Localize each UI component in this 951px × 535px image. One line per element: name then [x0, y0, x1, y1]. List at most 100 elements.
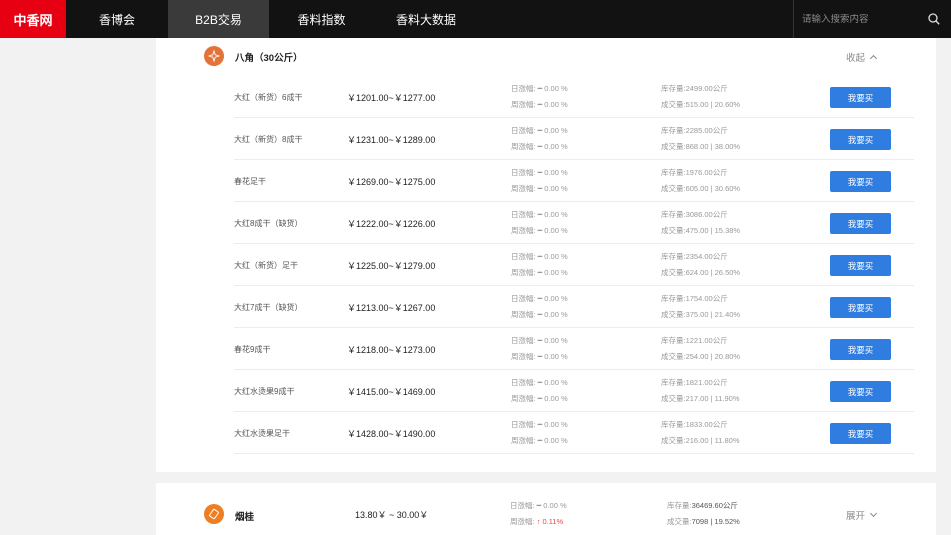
buy-button[interactable]: 我要买 [830, 423, 891, 444]
trade-volume: 成交量:254.00 | 20.80% [661, 352, 741, 361]
daily-change: 日涨幅: ━ 0.00 % [511, 294, 568, 303]
buy-button[interactable]: 我要买 [830, 171, 891, 192]
product-row: 春花足干 ￥1269.00~￥1275.00 日涨幅: ━ 0.00 % 周涨幅… [234, 160, 914, 202]
buy-button[interactable]: 我要买 [830, 255, 891, 276]
weekly-change: 周涨幅: ↑ 0.11% [510, 516, 563, 527]
trade-volume: 成交量:605.00 | 30.60% [661, 184, 741, 193]
trade-volume: 成交量:7098 | 19.52% [667, 516, 740, 527]
cinnamon-icon [204, 504, 224, 524]
search-box [793, 0, 951, 38]
daily-change: 日涨幅: ━ 0.00 % [511, 84, 568, 93]
product-row: 大红（新货）8成干 ￥1231.00~￥1289.00 日涨幅: ━ 0.00 … [234, 118, 914, 160]
expand-toggle[interactable]: 展开 [846, 508, 878, 522]
search-icon[interactable] [928, 13, 940, 25]
daily-change: 日涨幅: ━ 0.00 % [511, 168, 568, 177]
weekly-change: 周涨幅: ━ 0.00 % [511, 226, 568, 235]
site-logo[interactable]: 中香网 [0, 0, 66, 38]
product-price: ￥1222.00~￥1226.00 [347, 219, 436, 229]
product-name: 大红（新货）8成干 [234, 135, 303, 144]
buy-button[interactable]: 我要买 [830, 87, 891, 108]
daily-change: 日涨幅: ━ 0.00 % [511, 378, 568, 387]
product-price: 13.80￥ ~ 30.00￥ [355, 510, 429, 520]
trade-volume: 成交量:475.00 | 15.38% [661, 226, 741, 235]
category-panel-cinnamon: 烟桂 13.80￥ ~ 30.00￥ 日涨幅: ━ 0.00 % 周涨幅: ↑ … [156, 483, 936, 535]
weekly-change: 周涨幅: ━ 0.00 % [511, 394, 568, 403]
product-name: 大红水烫果9成干 [234, 387, 295, 396]
stock-quantity: 库存量:1833.00公斤 [661, 420, 728, 429]
weekly-change-value: ↑ 0.11% [536, 517, 564, 526]
category-header: 八角（30公斤） 收起 [156, 38, 936, 74]
category-title: 八角（30公斤） [235, 53, 303, 64]
product-price: ￥1415.00~￥1469.00 [347, 387, 436, 397]
stock-value: 36469.60公斤 [691, 501, 738, 510]
product-name: 大红水烫果足干 [234, 429, 290, 438]
buy-button[interactable]: 我要买 [830, 339, 891, 360]
stock-quantity: 库存量:1821.00公斤 [661, 378, 728, 387]
product-price: ￥1201.00~￥1277.00 [347, 93, 436, 103]
stock-quantity: 库存量:36469.60公斤 [667, 500, 738, 511]
product-price: ￥1225.00~￥1279.00 [347, 261, 436, 271]
chevron-up-icon [869, 54, 878, 63]
stock-quantity: 库存量:2354.00公斤 [661, 252, 728, 261]
trade-volume: 成交量:624.00 | 26.50% [661, 268, 741, 277]
product-row: 大红水烫果9成干 ￥1415.00~￥1469.00 日涨幅: ━ 0.00 %… [234, 370, 914, 412]
main-nav: 香博会 B2B交易 香料指数 香料大数据 [66, 0, 478, 38]
volume-label: 成交量: [667, 517, 692, 526]
product-price: ￥1231.00~￥1289.00 [347, 135, 436, 145]
trade-volume: 成交量:375.00 | 21.40% [661, 310, 741, 319]
nav-item-bigdata[interactable]: 香料大数据 [374, 0, 478, 38]
weekly-change: 周涨幅: ━ 0.00 % [511, 184, 568, 193]
stock-quantity: 库存量:1976.00公斤 [661, 168, 728, 177]
stock-label: 库存量: [667, 501, 692, 510]
collapse-toggle[interactable]: 收起 [845, 50, 878, 64]
category-title: 烟桂 [235, 512, 255, 523]
trade-volume: 成交量:868.00 | 38.00% [661, 142, 741, 151]
top-navigation-bar: 中香网 香博会 B2B交易 香料指数 香料大数据 [0, 0, 951, 38]
weekly-change: 周涨幅: ━ 0.00 % [511, 268, 568, 277]
search-input[interactable] [802, 13, 922, 25]
product-name: 大红7成干（缺货） [234, 303, 303, 312]
stock-quantity: 库存量:1754.00公斤 [661, 294, 728, 303]
stock-quantity: 库存量:2499.00公斤 [661, 84, 728, 93]
product-price: ￥1269.00~￥1275.00 [347, 177, 436, 187]
buy-button[interactable]: 我要买 [830, 213, 891, 234]
daily-change: 日涨幅: ━ 0.00 % [511, 252, 568, 261]
weekly-change: 周涨幅: ━ 0.00 % [511, 100, 568, 109]
product-name: 大红（新货）足干 [234, 261, 298, 270]
volume-value: 7098 | 19.52% [691, 517, 740, 526]
chevron-down-icon [869, 509, 878, 518]
product-price: ￥1428.00~￥1490.00 [347, 429, 436, 439]
weekly-change-label: 周涨幅: [510, 517, 535, 526]
weekly-change: 周涨幅: ━ 0.00 % [511, 310, 568, 319]
stock-quantity: 库存量:1221.00公斤 [661, 336, 728, 345]
buy-button[interactable]: 我要买 [830, 297, 891, 318]
weekly-change: 周涨幅: ━ 0.00 % [511, 436, 568, 445]
product-row: 大红（新货）足干 ￥1225.00~￥1279.00 日涨幅: ━ 0.00 %… [234, 244, 914, 286]
product-row: 大红（新货）6成干 ￥1201.00~￥1277.00 日涨幅: ━ 0.00 … [234, 76, 914, 118]
daily-change: 日涨幅: ━ 0.00 % [510, 501, 567, 510]
nav-item-expo[interactable]: 香博会 [66, 0, 168, 38]
product-name: 大红8成干（缺货） [234, 219, 303, 228]
buy-button[interactable]: 我要买 [830, 381, 891, 402]
product-row: 大红8成干（缺货） ￥1222.00~￥1226.00 日涨幅: ━ 0.00 … [234, 202, 914, 244]
trade-volume: 成交量:515.00 | 20.60% [661, 100, 741, 109]
product-price: ￥1218.00~￥1273.00 [347, 345, 436, 355]
daily-change: 日涨幅: ━ 0.00 % [511, 420, 568, 429]
product-name: 春花足干 [234, 177, 266, 186]
trade-volume: 成交量:216.00 | 11.80% [661, 436, 740, 445]
collapse-label: 收起 [845, 53, 865, 64]
weekly-change: 周涨幅: ━ 0.00 % [511, 352, 568, 361]
nav-item-index[interactable]: 香料指数 [269, 0, 374, 38]
product-row: 春花9成干 ￥1218.00~￥1273.00 日涨幅: ━ 0.00 % 周涨… [234, 328, 914, 370]
daily-change: 日涨幅: ━ 0.00 % [511, 126, 568, 135]
daily-change: 日涨幅: ━ 0.00 % [511, 210, 568, 219]
weekly-change: 周涨幅: ━ 0.00 % [511, 142, 568, 151]
daily-change: 日涨幅: ━ 0.00 % [511, 336, 568, 345]
buy-button[interactable]: 我要买 [830, 129, 891, 150]
stock-quantity: 库存量:2285.00公斤 [661, 126, 728, 135]
star-anise-icon [204, 46, 224, 66]
product-name: 大红（新货）6成干 [234, 93, 303, 102]
product-row: 大红7成干（缺货） ￥1213.00~￥1267.00 日涨幅: ━ 0.00 … [234, 286, 914, 328]
nav-item-b2b[interactable]: B2B交易 [168, 0, 269, 38]
stock-quantity: 库存量:3086.00公斤 [661, 210, 728, 219]
